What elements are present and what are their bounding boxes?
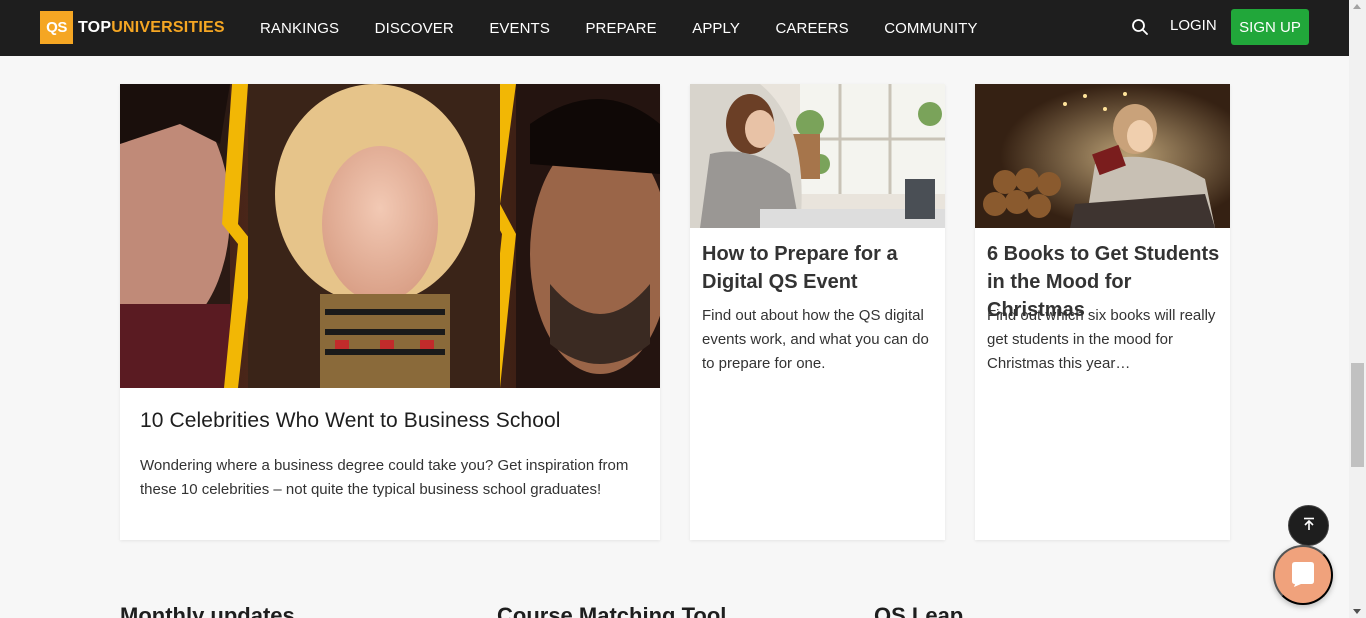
article-description: Find out which six books will really get… — [987, 307, 1216, 372]
scroll-up-arrow-icon[interactable] — [1353, 4, 1361, 9]
section-heading-course-matching-tool: Course Matching Tool — [497, 603, 727, 618]
menu-item-events[interactable]: EVENTS — [489, 20, 550, 37]
arrow-up-icon — [1302, 517, 1316, 534]
article-description: Find out about how the QS digital events… — [702, 307, 929, 372]
page: QS TOPUNIVERSITIES RANKINGS DISCOVER EVE… — [0, 0, 1366, 618]
article-card[interactable]: How to Prepare for a Digital QS Event Fi… — [690, 84, 945, 540]
article-image[interactable] — [690, 84, 945, 228]
article-title[interactable]: 10 Celebrities Who Went to Business Scho… — [140, 409, 640, 433]
logo-top: TOP — [78, 18, 112, 36]
menu-item-apply[interactable]: APPLY — [692, 20, 740, 37]
menu-item-discover[interactable]: DISCOVER — [375, 20, 454, 37]
section-heading-monthly-updates: Monthly updates — [120, 603, 295, 618]
search-icon[interactable] — [1131, 18, 1149, 36]
top-navigation: QS TOPUNIVERSITIES RANKINGS DISCOVER EVE… — [0, 0, 1349, 56]
scrollbar-thumb[interactable] — [1351, 363, 1364, 467]
menu-item-rankings[interactable]: RANKINGS — [260, 20, 339, 37]
chat-button[interactable] — [1273, 545, 1333, 605]
section-heading-qs-leap: QS Leap — [874, 603, 964, 618]
chat-icon — [1288, 559, 1318, 592]
signup-button[interactable]: SIGN UP — [1231, 9, 1309, 45]
article-image[interactable] — [120, 84, 660, 388]
logo-badge: QS — [40, 11, 73, 44]
logo-universities: UNIVERSITIES — [111, 18, 225, 36]
article-card[interactable]: 6 Books to Get Students in the Mood for … — [975, 84, 1230, 540]
article-title[interactable]: How to Prepare for a Digital QS Event — [702, 240, 938, 296]
main-menu: RANKINGS DISCOVER EVENTS PREPARE APPLY C… — [260, 0, 1013, 56]
article-card[interactable]: 10 Celebrities Who Went to Business Scho… — [120, 84, 660, 540]
back-to-top-button[interactable] — [1288, 505, 1329, 546]
menu-item-careers[interactable]: CAREERS — [775, 20, 848, 37]
scroll-down-arrow-icon[interactable] — [1353, 609, 1361, 614]
article-image[interactable] — [975, 84, 1230, 228]
menu-item-prepare[interactable]: PREPARE — [585, 20, 656, 37]
menu-item-community[interactable]: COMMUNITY — [884, 20, 977, 37]
page-scrollbar[interactable] — [1349, 0, 1366, 618]
login-link[interactable]: LOGIN — [1170, 17, 1217, 34]
site-logo[interactable]: QS TOPUNIVERSITIES — [40, 11, 225, 44]
article-description: Wondering where a business degree could … — [140, 457, 629, 498]
logo-wordmark: TOPUNIVERSITIES — [78, 19, 225, 37]
